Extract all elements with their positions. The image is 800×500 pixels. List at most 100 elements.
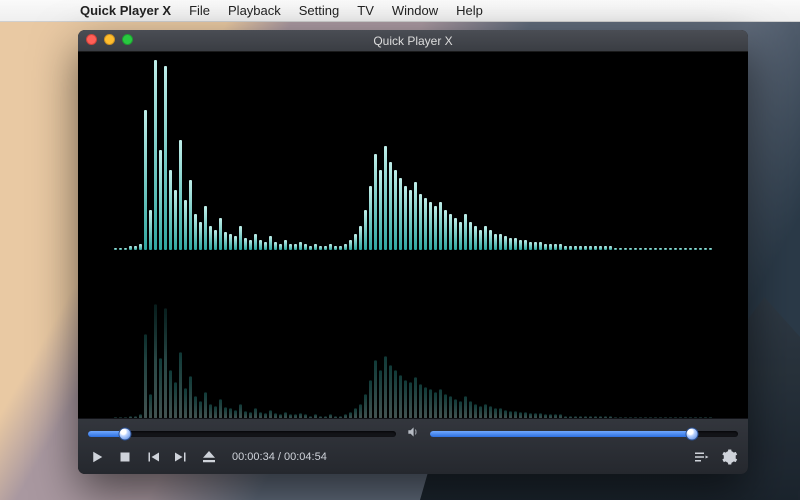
spectrum-bar	[419, 384, 422, 418]
spectrum-bar	[564, 416, 567, 418]
spectrum-bars	[78, 52, 748, 250]
spectrum-bar	[539, 413, 542, 418]
spectrum-bar	[194, 396, 197, 418]
spectrum-bar	[189, 180, 192, 250]
spectrum-bar	[594, 416, 597, 418]
spectrum-bar	[379, 370, 382, 418]
play-button[interactable]	[88, 448, 106, 466]
spectrum-bar	[329, 244, 332, 250]
spectrum-bar	[364, 394, 367, 418]
spectrum-bar	[124, 417, 127, 418]
volume-slider-fill	[430, 431, 692, 437]
spectrum-bar	[419, 194, 422, 250]
spectrum-bar	[534, 242, 537, 250]
spectrum-bar	[154, 60, 157, 250]
spectrum-bar	[344, 414, 347, 418]
spectrum-bar	[484, 226, 487, 250]
spectrum-bar	[404, 186, 407, 250]
volume-slider-thumb[interactable]	[685, 427, 698, 440]
spectrum-bar	[449, 214, 452, 250]
spectrum-bar	[649, 417, 652, 418]
menu-window[interactable]: Window	[392, 3, 438, 18]
spectrum-bar	[279, 244, 282, 250]
menu-file[interactable]: File	[189, 3, 210, 18]
spectrum-bar	[434, 206, 437, 250]
spectrum-bar	[429, 389, 432, 418]
spectrum-bar	[459, 222, 462, 250]
spectrum-bar	[554, 414, 557, 418]
spectrum-bar	[524, 412, 527, 418]
spectrum-bar	[174, 382, 177, 418]
spectrum-bar	[704, 417, 707, 418]
spectrum-bar	[244, 238, 247, 250]
spectrum-bar	[344, 244, 347, 250]
prev-button[interactable]	[144, 448, 162, 466]
spectrum-bar	[144, 110, 147, 250]
spectrum-bar	[374, 360, 377, 418]
menu-playback[interactable]: Playback	[228, 3, 281, 18]
spectrum-bar	[279, 414, 282, 418]
next-button[interactable]	[172, 448, 190, 466]
spectrum-bar	[454, 399, 457, 418]
spectrum-bar	[249, 240, 252, 250]
seek-slider-thumb[interactable]	[118, 427, 131, 440]
spectrum-bar	[364, 210, 367, 250]
spectrum-bar	[309, 416, 312, 418]
spectrum-bar	[689, 417, 692, 418]
spectrum-bar	[514, 238, 517, 250]
menu-tv[interactable]: TV	[357, 3, 374, 18]
spectrum-bar	[184, 388, 187, 418]
spectrum-bar	[179, 140, 182, 250]
spectrum-bar	[479, 406, 482, 418]
spectrum-bar	[164, 66, 167, 250]
volume-slider[interactable]	[430, 431, 738, 437]
close-icon[interactable]	[86, 34, 97, 45]
spectrum-bar	[244, 411, 247, 418]
playlist-button[interactable]	[692, 448, 710, 466]
minimize-icon[interactable]	[104, 34, 115, 45]
seek-slider[interactable]	[88, 431, 396, 437]
spectrum-bar	[619, 417, 622, 418]
spectrum-bar	[284, 412, 287, 418]
spectrum-bar	[424, 198, 427, 250]
spectrum-bar	[234, 410, 237, 418]
spectrum-bar	[504, 410, 507, 418]
spectrum-bar	[314, 414, 317, 418]
spectrum-bar	[529, 242, 532, 250]
spectrum-bar	[409, 382, 412, 418]
spectrum-bar	[409, 190, 412, 250]
menubar-app-name[interactable]: Quick Player X	[80, 3, 171, 18]
spectrum-bar	[519, 412, 522, 418]
speaker-icon	[406, 425, 420, 442]
menu-help[interactable]: Help	[456, 3, 483, 18]
settings-button[interactable]	[720, 448, 738, 466]
window-titlebar[interactable]: Quick Player X	[78, 30, 748, 52]
spectrum-bar	[474, 226, 477, 250]
spectrum-bar	[184, 200, 187, 250]
spectrum-bar	[259, 240, 262, 250]
spectrum-bar	[294, 414, 297, 418]
spectrum-bar	[119, 417, 122, 418]
spectrum-bar	[469, 401, 472, 418]
spectrum-bar	[674, 417, 677, 418]
spectrum-bar	[154, 304, 157, 418]
stop-button[interactable]	[116, 448, 134, 466]
spectrum-bar	[584, 416, 587, 418]
spectrum-bar	[454, 218, 457, 250]
spectrum-bar	[304, 414, 307, 418]
eject-button[interactable]	[200, 448, 218, 466]
spectrum-bar	[284, 240, 287, 250]
menu-setting[interactable]: Setting	[299, 3, 339, 18]
window-traffic-lights	[86, 34, 133, 45]
spectrum-bar	[579, 416, 582, 418]
spectrum-bar	[159, 150, 162, 250]
spectrum-bar	[254, 408, 257, 418]
spectrum-bar	[449, 396, 452, 418]
spectrum-bar	[204, 206, 207, 250]
spectrum-bar	[434, 392, 437, 418]
zoom-icon[interactable]	[122, 34, 133, 45]
spectrum-bar	[499, 234, 502, 250]
spectrum-bar	[679, 417, 682, 418]
spectrum-bar	[339, 416, 342, 418]
spectrum-bar	[544, 244, 547, 250]
